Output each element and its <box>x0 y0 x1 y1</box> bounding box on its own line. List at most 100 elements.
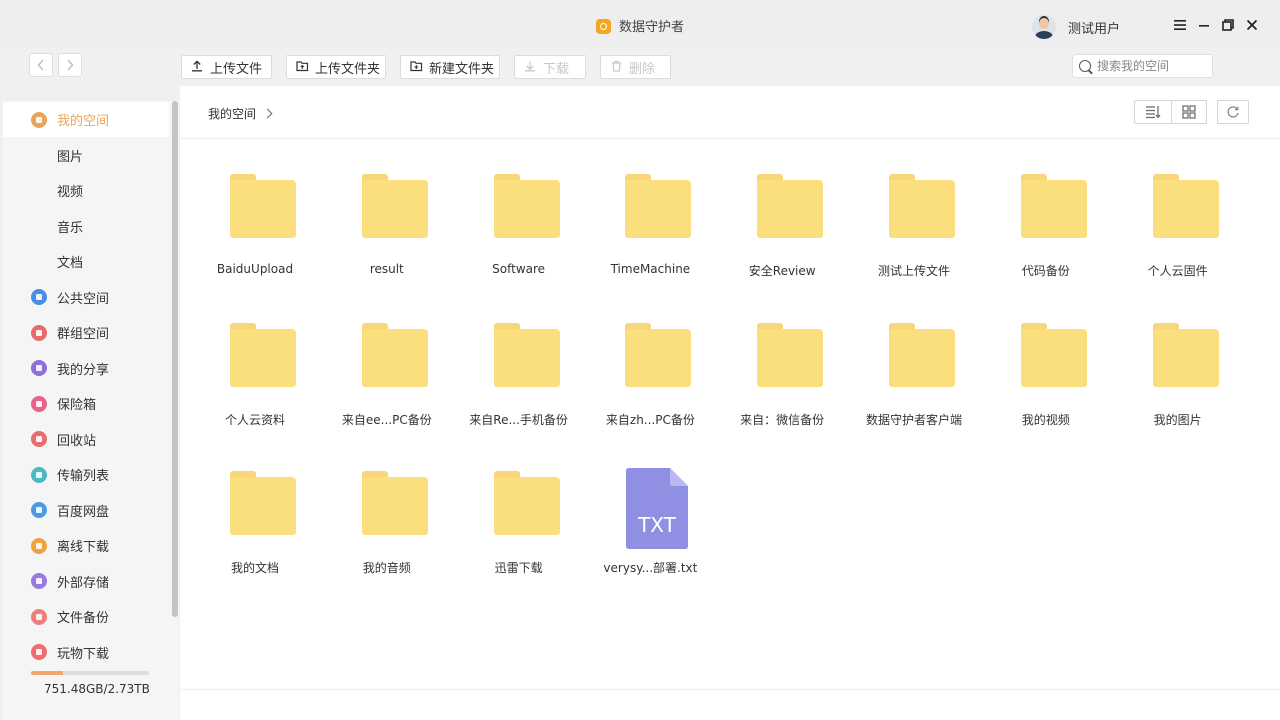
refresh-button[interactable] <box>1217 100 1249 124</box>
sidebar-item[interactable]: 群组空间 <box>3 315 169 350</box>
sidebar-item[interactable]: 我的分享 <box>3 351 169 386</box>
new-folder-button[interactable]: 新建文件夹 <box>400 55 500 79</box>
sidebar-item-label: 群组空间 <box>57 327 110 342</box>
folder-item[interactable]: 测试上传文件 <box>848 174 980 304</box>
chevron-right-icon <box>67 59 74 71</box>
upload-file-button[interactable]: 上传文件 <box>181 55 272 79</box>
folder-item[interactable]: 来自Re...手机备份 <box>453 322 585 453</box>
app-window: 数据守护者 测试用户 上传文件 上传文件夹 新建文件夹 下载 删除 搜索我的空间… <box>0 0 1280 720</box>
item-name: BaiduUpload <box>216 262 294 276</box>
folder-icon <box>230 174 296 238</box>
sidebar-item-label: 文件备份 <box>57 611 110 626</box>
item-name: 来自Re...手机备份 <box>469 412 568 427</box>
user-profile[interactable]: 测试用户 <box>1032 15 1120 39</box>
search-input[interactable] <box>1097 59 1207 73</box>
external-storage-icon <box>31 573 47 589</box>
user-space-icon <box>31 111 47 128</box>
folder-item[interactable]: 来自ee...PC备份 <box>321 322 453 453</box>
sidebar-item-label: 玩物下载 <box>57 646 110 662</box>
folder-icon <box>1020 174 1087 238</box>
item-name: verysy...部署.txt <box>603 561 698 575</box>
search-icon <box>1079 60 1091 72</box>
folder-item[interactable]: 代码备份 <box>980 174 1112 304</box>
item-name: 我的图片 <box>1153 412 1202 427</box>
breadcrumb-root[interactable]: 我的空间 <box>208 105 256 122</box>
user-name[interactable]: 测试用户 <box>1068 18 1120 37</box>
file-item[interactable]: TXT verysy...部署.txt <box>584 468 716 601</box>
transfer-icon <box>31 466 47 483</box>
sidebar-item[interactable]: 外部存储 <box>3 564 169 599</box>
grid-view-icon <box>1182 105 1196 119</box>
chevron-left-icon <box>37 59 44 71</box>
folder-item[interactable]: BaiduUpload <box>189 174 321 304</box>
share-icon <box>31 360 47 376</box>
folder-item[interactable]: 个人云资料 <box>189 322 321 453</box>
back-button[interactable] <box>29 53 53 77</box>
folder-item[interactable]: 我的文档 <box>189 471 321 601</box>
folder-icon <box>1152 322 1219 387</box>
download-button[interactable]: 下载 <box>514 55 586 79</box>
search-box[interactable] <box>1072 54 1213 78</box>
list-view-button[interactable] <box>1135 101 1171 123</box>
folder-item[interactable]: Software <box>453 174 585 304</box>
offline-download-icon <box>31 537 47 554</box>
sidebar-item[interactable]: 视频 <box>3 173 169 208</box>
folder-item[interactable]: 我的音频 <box>321 471 453 601</box>
folder-item[interactable]: 迅雷下载 <box>453 471 585 601</box>
sidebar-item[interactable]: 回收站 <box>3 422 169 457</box>
delete-button[interactable]: 删除 <box>600 55 671 79</box>
minimize-button[interactable] <box>1196 17 1212 33</box>
sidebar-item[interactable]: 离线下载 <box>3 528 169 563</box>
safe-box-icon <box>31 395 47 412</box>
folder-item[interactable]: 来自zh...PC备份 <box>584 322 716 453</box>
sidebar-item-label: 我的分享 <box>57 362 110 378</box>
upload-folder-button[interactable]: 上传文件夹 <box>286 55 386 79</box>
new-folder-icon <box>409 60 423 75</box>
sidebar-item[interactable]: 传输列表 <box>3 457 169 492</box>
forward-button[interactable] <box>58 53 82 77</box>
hamburger-menu-icon <box>1174 20 1186 30</box>
avatar[interactable] <box>1032 15 1056 39</box>
close-icon <box>1246 19 1258 31</box>
folder-icon <box>625 174 692 238</box>
close-button[interactable] <box>1244 17 1260 33</box>
sidebar-item[interactable]: 玩物下载 <box>3 635 169 670</box>
item-name: 个人云固件 <box>1147 264 1208 278</box>
storage-usage-fill <box>31 671 63 675</box>
folder-item[interactable]: 来自：微信备份 <box>716 322 848 453</box>
upload-folder-label: 上传文件夹 <box>315 61 381 77</box>
folder-item[interactable]: 个人云固件 <box>1112 174 1244 304</box>
folder-item[interactable]: result <box>321 174 453 304</box>
item-name: 安全Review <box>748 264 816 278</box>
sidebar-item[interactable]: 音乐 <box>3 209 169 244</box>
sidebar-item[interactable]: 我的空间 <box>3 102 169 137</box>
item-name: 迅雷下载 <box>494 561 543 575</box>
grid-view-button[interactable] <box>1170 101 1207 123</box>
sidebar-item[interactable]: 图片 <box>3 138 169 173</box>
file-browser: 我的空间 BaiduUpload result Software TimeMachin… <box>180 86 1280 720</box>
folder-item[interactable]: 安全Review <box>716 174 848 304</box>
minimize-icon <box>1199 25 1209 27</box>
view-mode-toggle <box>1134 100 1207 124</box>
title-bar: 数据守护者 测试用户 <box>0 0 1280 48</box>
folder-item[interactable]: 我的视频 <box>980 322 1112 453</box>
sidebar-item[interactable]: 百度网盘 <box>3 493 169 528</box>
file-backup-icon <box>31 608 47 625</box>
restore-button[interactable] <box>1220 17 1236 33</box>
sidebar-item[interactable]: 文档 <box>3 244 169 279</box>
folder-icon <box>1020 322 1087 387</box>
sidebar-item[interactable]: 文件备份 <box>3 599 169 634</box>
storage-usage-text: 751.48GB/2.73TB <box>44 682 150 696</box>
folder-item[interactable]: 数据守护者客户端 <box>848 322 980 453</box>
trash-icon <box>609 60 623 75</box>
menu-button[interactable] <box>1172 17 1188 33</box>
sidebar-item[interactable]: 公共空间 <box>3 280 169 315</box>
download-label: 下载 <box>543 61 570 77</box>
folder-icon <box>625 322 692 387</box>
folder-item[interactable]: 我的图片 <box>1112 322 1244 453</box>
sidebar-item[interactable]: 保险箱 <box>3 386 169 421</box>
item-name: Software <box>492 262 546 276</box>
sidebar-scrollbar[interactable] <box>172 101 178 617</box>
upload-folder-icon <box>295 60 309 75</box>
folder-item[interactable]: TimeMachine <box>584 174 716 304</box>
